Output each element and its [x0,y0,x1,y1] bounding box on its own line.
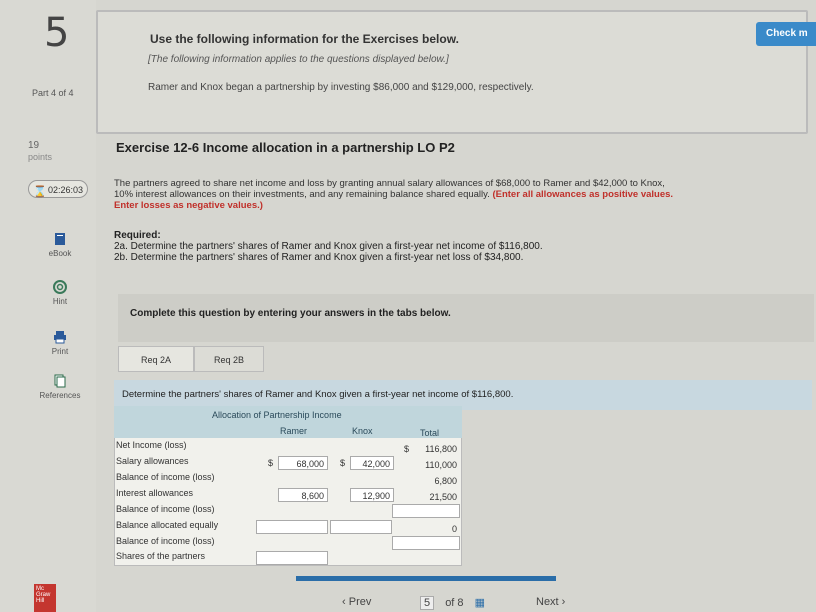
description-instruction-1: (Enter all allowances as positive values… [492,189,674,200]
total-allocated: 0 [451,524,457,534]
knox-salary-input[interactable]: 42,000 [350,456,394,470]
info-text: Ramer and Knox began a partnership by in… [148,82,534,93]
check-my-work-button[interactable]: Check m [756,22,816,46]
column-ramer: Ramer [280,426,308,436]
print-label: Print [51,347,69,356]
total-balance-3-input[interactable] [392,536,460,550]
timer-value: 02:26:03 [47,185,83,195]
total-balance-1: 6,800 [434,476,457,486]
row-label-interest: Interest allowances [116,488,194,498]
timer[interactable]: ⌛ 02:26:03 [28,180,88,198]
dollar-sign: $ [268,458,274,468]
references-button[interactable]: References [30,374,90,400]
grid-icon[interactable]: ▦ [475,597,485,609]
row-label-net-income: Net Income (loss) [116,440,187,450]
lifebuoy-icon [53,280,67,294]
exercise-title: Exercise 12-6 Income allocation in a par… [116,140,455,155]
ebook-button[interactable]: eBook [30,232,90,258]
dollar-sign: $ [404,444,410,454]
printer-icon [54,331,66,344]
prev-label: Prev [348,596,372,608]
knox-allocated-input[interactable] [330,520,392,534]
column-knox: Knox [352,426,373,436]
tab-req-2b[interactable]: Req 2B [194,346,264,372]
required-label: Required: [114,230,161,241]
row-label-balance-3: Balance of income (loss) [116,536,215,546]
row-label-shares: Shares of the partners [116,551,206,561]
prompt-text: Determine the partners' shares of Ramer … [122,389,514,400]
total-balance-2-input[interactable] [392,504,460,518]
row-label-salary: Salary allowances [116,456,189,466]
info-heading: Use the following information for the Ex… [150,32,459,46]
row-label-balance-1: Balance of income (loss) [116,472,215,482]
ramer-shares-input[interactable] [256,551,328,565]
exercise-description: The partners agreed to share net income … [114,178,814,211]
row-label-allocated-equally: Balance allocated equally [116,520,219,530]
required-2b: 2b. Determine the partners' shares of Ra… [114,252,524,263]
ramer-allocated-input[interactable] [256,520,328,534]
next-button[interactable]: Next › [536,596,565,608]
row-label-balance-2: Balance of income (loss) [116,504,215,514]
print-button[interactable]: Print [30,330,90,356]
description-line-1: The partners agreed to share net income … [114,178,665,189]
info-note: [The following information applies to th… [148,54,449,65]
hint-button[interactable]: Hint [30,280,90,306]
part-indicator: Part 4 of 4 [32,88,74,98]
total-net-income: 116,800 [425,444,457,454]
required-section: Required: 2a. Determine the partners' sh… [114,230,543,263]
points-value: 19 [28,140,40,151]
ramer-interest-input[interactable]: 8,600 [278,488,328,502]
description-line-2: 10% interest allowances on their investm… [114,189,490,200]
column-total: Total [420,428,440,438]
description-instruction-2: Enter losses as negative values.) [114,200,263,211]
hint-label: Hint [52,297,68,306]
ramer-salary-input[interactable]: 68,000 [278,456,328,470]
tab-req-2a[interactable]: Req 2A [118,346,194,372]
references-label: References [39,391,81,400]
total-salary: 110,000 [425,460,457,470]
instructions-text: Complete this question by entering your … [130,308,451,319]
required-2a: 2a. Determine the partners' shares of Ra… [114,241,543,252]
dollar-sign: $ [340,458,346,468]
question-number: 5 [44,10,70,56]
book-icon [55,233,65,245]
knox-interest-input[interactable]: 12,900 [350,488,394,502]
table-title: Allocation of Partnership Income [212,410,342,420]
next-label: Next [536,596,559,608]
mcgraw-hill-logo: Mc Graw Hill [34,584,56,612]
page-indicator[interactable]: 5 of 8 ▦ [420,596,485,610]
info-panel [96,10,808,134]
document-copy-icon [54,374,66,388]
progress-bar [296,576,556,581]
hourglass-icon: ⌛ [33,186,47,198]
points-label: points [28,152,53,162]
page-of: of 8 [445,597,464,609]
prev-button[interactable]: ‹ Prev [342,596,371,608]
page-current[interactable]: 5 [420,596,435,610]
ebook-label: eBook [48,249,72,258]
total-interest: 21,500 [429,492,457,502]
